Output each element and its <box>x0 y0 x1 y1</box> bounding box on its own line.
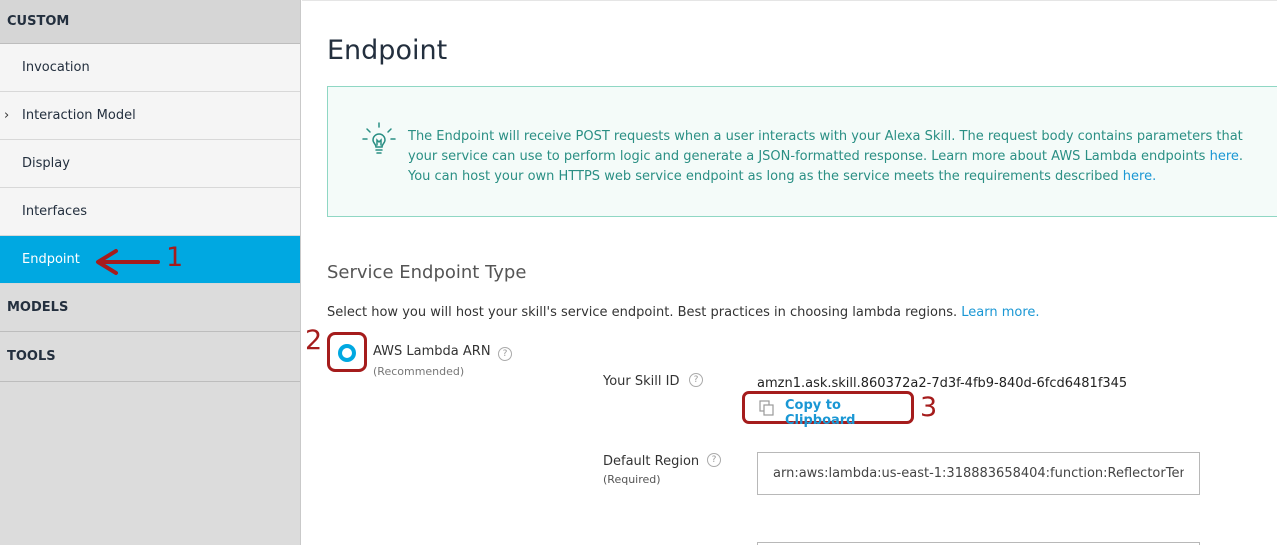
default-region-sublabel: (Required) <box>603 473 661 486</box>
annotation-arrow-icon <box>96 249 160 275</box>
sidebar-item-label: Interaction Model <box>22 108 136 123</box>
lambda-endpoints-link[interactable]: here <box>1210 149 1239 164</box>
info-text: The Endpoint will receive POST requests … <box>408 127 1268 187</box>
section-description-text: Select how you will host your skill's se… <box>327 305 962 320</box>
page-title: Endpoint <box>327 35 448 66</box>
main-content: Endpoint The Endpoint will receive POST … <box>302 0 1277 545</box>
sidebar-section-custom[interactable]: CUSTOM <box>0 0 300 44</box>
annotation-2: 2 <box>305 325 323 356</box>
copy-to-clipboard-button[interactable]: Copy to Clipboard <box>742 391 914 428</box>
info-box: The Endpoint will receive POST requests … <box>327 86 1277 217</box>
aws-lambda-option-label[interactable]: AWS Lambda ARN <box>373 344 491 359</box>
default-region-arn-input[interactable] <box>757 452 1200 495</box>
chevron-right-icon: › <box>4 108 10 123</box>
aws-lambda-radio-highlight <box>327 332 367 372</box>
sidebar-item-interaction-model[interactable]: › Interaction Model <box>0 92 300 140</box>
skill-id-value: amzn1.ask.skill.860372a2-7d3f-4fb9-840d-… <box>757 376 1128 391</box>
info-text-part: The Endpoint will receive POST requests … <box>408 129 1243 164</box>
skill-id-label: Your Skill ID <box>603 374 680 389</box>
sidebar-section-models[interactable]: MODELS <box>0 284 300 332</box>
sidebar-item-label: Interfaces <box>22 204 87 219</box>
aws-lambda-option-sublabel: (Recommended) <box>373 365 465 378</box>
lightbulb-icon <box>362 122 396 154</box>
requirements-link[interactable]: here. <box>1123 169 1156 184</box>
help-icon[interactable]: ? <box>707 453 721 467</box>
sidebar-item-interfaces[interactable]: Interfaces <box>0 188 300 236</box>
copy-icon <box>759 400 774 416</box>
copy-to-clipboard-label: Copy to Clipboard <box>785 398 856 428</box>
section-description: Select how you will host your skill's se… <box>327 305 1040 320</box>
sidebar-item-display[interactable]: Display <box>0 140 300 188</box>
sidebar-item-label: Invocation <box>22 60 90 75</box>
section-title: Service Endpoint Type <box>327 262 527 283</box>
learn-more-link[interactable]: Learn more. <box>961 305 1039 320</box>
sidebar-item-invocation[interactable]: Invocation <box>0 44 300 92</box>
annotation-1: 1 <box>166 242 184 273</box>
sidebar-section-tools[interactable]: TOOLS <box>0 332 300 382</box>
sidebar-item-label: Endpoint <box>22 252 80 267</box>
aws-lambda-radio[interactable] <box>338 344 356 362</box>
help-icon[interactable]: ? <box>498 347 512 361</box>
help-icon[interactable]: ? <box>689 373 703 387</box>
annotation-3: 3 <box>920 392 938 423</box>
sidebar-item-label: Display <box>22 156 70 171</box>
default-region-label: Default Region <box>603 454 700 469</box>
